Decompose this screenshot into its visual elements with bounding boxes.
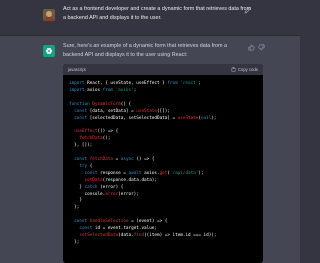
code-line: setSelectedData(data.find((item) => item… bbox=[79, 232, 217, 238]
code-language-label: javascript bbox=[68, 67, 86, 72]
code-line: function DynamicForm() { bbox=[69, 101, 132, 107]
code-line: console.error(error); bbox=[69, 191, 139, 197]
code-header: javascript Copy code bbox=[63, 64, 263, 75]
code-line: }, []); bbox=[69, 143, 93, 149]
assistant-avatar bbox=[43, 45, 55, 57]
code-line: } catch (error) { bbox=[69, 184, 124, 190]
user-message-text: Act as a frontend developer and create a… bbox=[63, 6, 252, 21]
code-line: fetchData(); bbox=[79, 136, 111, 142]
code-line: const id = event.target.value; bbox=[79, 226, 157, 232]
code-block: javascript Copy code import React, { use… bbox=[63, 64, 263, 263]
code-line: } bbox=[69, 198, 82, 204]
code-line: const [data, setData] = useState([]); bbox=[74, 108, 170, 114]
code-line: }; bbox=[69, 239, 80, 245]
user-message-row: Act as a frontend developer and create a… bbox=[0, 0, 300, 36]
edit-icon[interactable] bbox=[244, 6, 252, 14]
code-line: try { bbox=[79, 163, 93, 169]
openai-logo-icon bbox=[45, 48, 53, 54]
user-avatar bbox=[43, 9, 55, 21]
code-line: import React, { useState, useEffect } fr… bbox=[69, 81, 201, 86]
code-content[interactable]: import React, { useState, useEffect } fr… bbox=[63, 75, 263, 253]
code-line: const response = await axios.get('/api/d… bbox=[84, 170, 204, 176]
thumbs-up-icon[interactable] bbox=[248, 44, 255, 51]
copy-code-label: Copy code bbox=[237, 67, 258, 72]
copy-code-button[interactable]: Copy code bbox=[231, 67, 258, 72]
assistant-message-row: Sure, here's an example of a dynamic for… bbox=[0, 36, 300, 263]
code-line: const [selectedData, setSelectedData] = … bbox=[74, 115, 217, 121]
code-line: setData(response.data.data); bbox=[84, 177, 157, 183]
clipboard-icon bbox=[231, 67, 236, 72]
thumbs-down-icon[interactable] bbox=[258, 44, 265, 51]
code-line: const fetchData = async () => { bbox=[74, 156, 155, 162]
code-line: }; bbox=[69, 205, 80, 211]
code-line: import axios from 'axios'; bbox=[69, 87, 137, 93]
code-line: const handleSelection = (event) => { bbox=[74, 219, 168, 225]
assistant-intro-text: Sure, here's an example of a dynamic for… bbox=[63, 43, 228, 58]
